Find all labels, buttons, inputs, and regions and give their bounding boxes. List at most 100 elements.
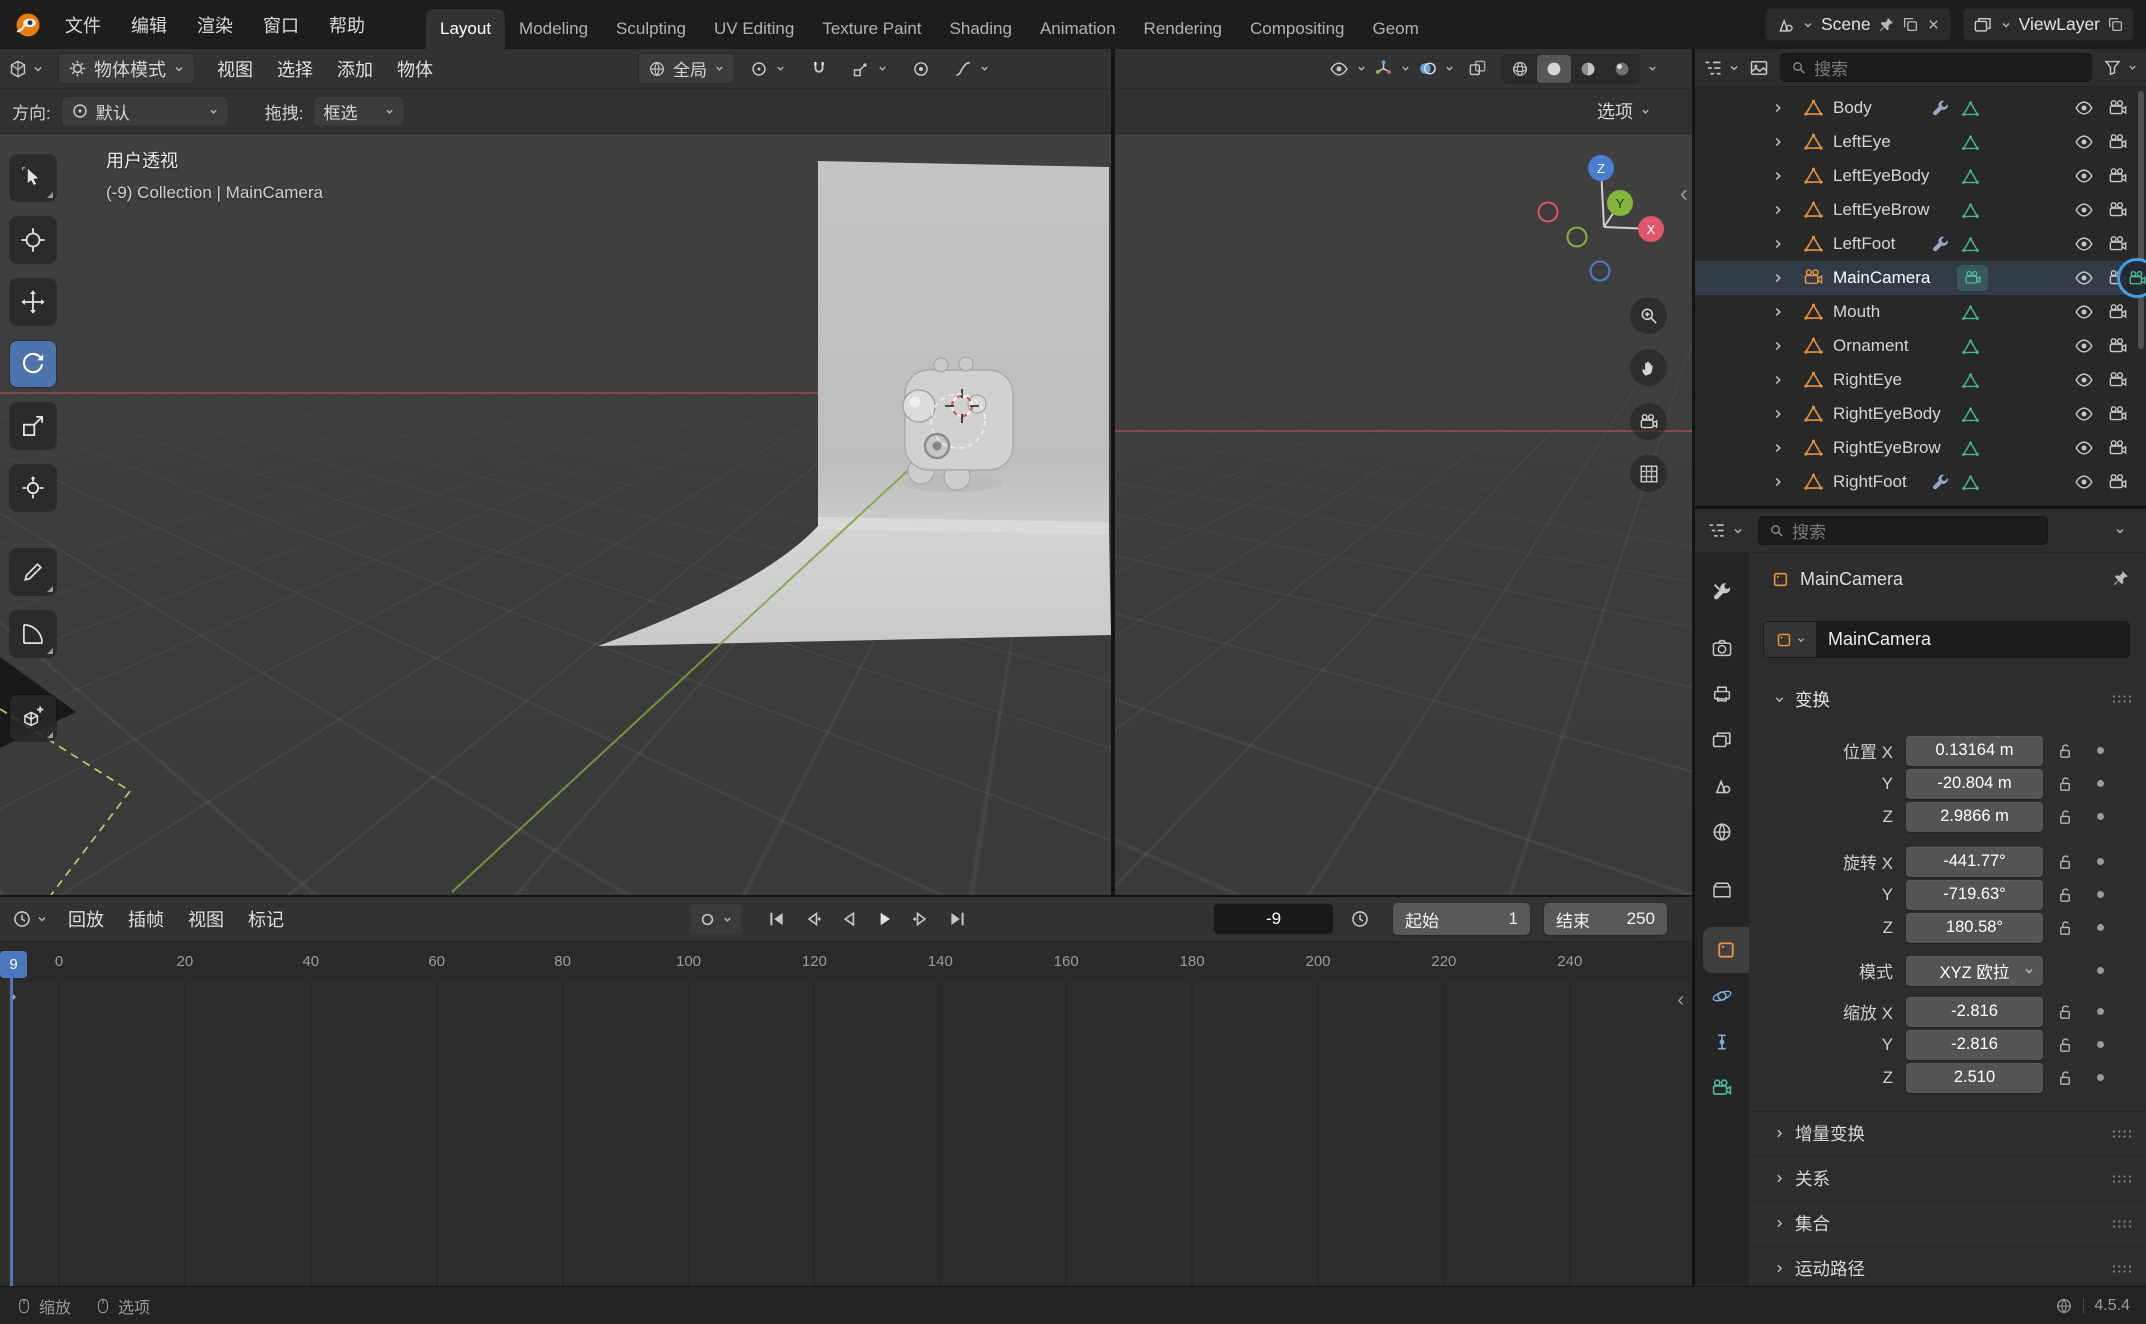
pivot-selector[interactable] xyxy=(741,53,795,84)
workspace-tab-animation[interactable]: Animation xyxy=(1026,9,1130,49)
number-field[interactable]: -2.816 xyxy=(1906,997,2043,1027)
hide-in-viewport-toggle[interactable] xyxy=(2073,370,2095,390)
frame-end-field[interactable]: 结束 250 xyxy=(1544,903,1667,935)
xray-toggle-icon[interactable] xyxy=(1468,59,1487,78)
disable-in-renders-toggle[interactable] xyxy=(2107,98,2129,118)
rotation-mode-select[interactable]: XYZ 欧拉 xyxy=(1906,956,2043,986)
annotate-tool[interactable] xyxy=(10,549,56,595)
properties-display-icon[interactable] xyxy=(1707,521,1726,540)
gizmos-icon[interactable] xyxy=(1374,59,1393,78)
tool-tab[interactable] xyxy=(1695,569,1749,615)
3d-scene[interactable] xyxy=(0,134,1111,895)
topbar-menu-0[interactable]: 文件 xyxy=(50,8,116,42)
animate-property-dot[interactable] xyxy=(2097,780,2104,787)
play-reverse-button[interactable] xyxy=(832,904,865,934)
viewport-scene[interactable]: Z Y X ‹ xyxy=(1115,134,1692,895)
overlays-icon[interactable] xyxy=(1418,59,1437,78)
direction-selector[interactable]: 默认 xyxy=(61,96,229,127)
workspace-tab-texture-paint[interactable]: Texture Paint xyxy=(808,9,935,49)
chevron-down-icon[interactable] xyxy=(2114,525,2126,537)
rotate-tool[interactable] xyxy=(10,341,56,387)
gizmo-y-label[interactable]: Y xyxy=(1616,196,1625,211)
lock-icon[interactable] xyxy=(2056,742,2074,760)
timeline-ruler[interactable]: 9 020406080100120140160180200220240 xyxy=(0,941,1692,982)
filter-icon[interactable] xyxy=(2103,58,2122,77)
id-type-segment[interactable] xyxy=(1764,622,1816,657)
lock-icon[interactable] xyxy=(2056,1069,2074,1087)
topbar-menu-2[interactable]: 渲染 xyxy=(182,8,248,42)
collapsed-panel-0[interactable]: 增量变换 xyxy=(1749,1111,2146,1155)
number-field[interactable]: 0.13164 m xyxy=(1906,736,2043,766)
number-field[interactable]: -719.63° xyxy=(1906,880,2043,910)
viewport-menu-2[interactable]: 添加 xyxy=(325,53,385,84)
play-button[interactable] xyxy=(868,904,901,934)
outliner-editor-icon[interactable] xyxy=(1703,58,1723,78)
object-data-tab[interactable] xyxy=(1695,1065,1749,1111)
outliner-row[interactable]: LeftEyeBrow xyxy=(1695,193,2146,227)
lock-icon[interactable] xyxy=(2056,853,2074,871)
timeline-body[interactable]: ‹ xyxy=(0,982,1692,1286)
hide-in-viewport-toggle[interactable] xyxy=(2073,132,2095,152)
outliner-row[interactable]: RightFoot xyxy=(1695,465,2146,499)
disable-in-renders-toggle[interactable] xyxy=(2107,166,2129,186)
physics-tab[interactable] xyxy=(1695,973,1749,1019)
disable-in-renders-toggle[interactable] xyxy=(2107,200,2129,220)
disable-in-renders-toggle[interactable] xyxy=(2107,472,2129,492)
outliner-search-input[interactable]: 搜索 xyxy=(1780,53,2092,82)
number-field[interactable]: 180.58° xyxy=(1906,913,2043,943)
outliner-row[interactable]: LeftEye xyxy=(1695,125,2146,159)
render-tab[interactable] xyxy=(1695,625,1749,671)
move-tool[interactable] xyxy=(10,279,56,325)
hide-in-viewport-toggle[interactable] xyxy=(2073,200,2095,220)
jump-to-start-button[interactable] xyxy=(760,904,793,934)
outliner-row[interactable]: LeftFoot xyxy=(1695,227,2146,261)
hide-in-viewport-toggle[interactable] xyxy=(2073,472,2095,492)
new-viewlayer-icon[interactable] xyxy=(2107,16,2124,33)
workspace-tab-sculpting[interactable]: Sculpting xyxy=(602,9,700,49)
number-field[interactable]: -20.804 m xyxy=(1906,769,2043,799)
number-field[interactable]: 2.510 xyxy=(1906,1063,2043,1093)
outliner-row[interactable]: LeftEyeBody xyxy=(1695,159,2146,193)
transform-tool[interactable] xyxy=(10,465,56,511)
object-name-field[interactable]: MainCamera xyxy=(1763,621,2130,658)
options-dropdown[interactable]: 选项 xyxy=(1588,96,1660,127)
disable-in-renders-toggle[interactable] xyxy=(2107,438,2129,458)
snap-toggle[interactable] xyxy=(801,53,837,84)
outliner-row[interactable]: Body xyxy=(1695,91,2146,125)
navigation-gizmo[interactable]: Z Y X xyxy=(1539,155,1665,281)
select-box-tool[interactable] xyxy=(10,155,56,201)
hide-in-viewport-toggle[interactable] xyxy=(2073,302,2095,322)
workspace-tab-modeling[interactable]: Modeling xyxy=(505,9,602,49)
viewport-scene[interactable]: 用户透视 (-9) Collection | MainCamera xyxy=(0,134,1111,895)
constraints-tab[interactable] xyxy=(1695,1019,1749,1065)
lock-icon[interactable] xyxy=(2056,775,2074,793)
proportional-toggle[interactable] xyxy=(903,53,939,84)
animate-property-dot[interactable] xyxy=(2097,747,2104,754)
transform-panel-header[interactable]: 变换 xyxy=(1749,679,2146,719)
gizmo-z-label[interactable]: Z xyxy=(1597,161,1605,176)
new-scene-icon[interactable] xyxy=(1902,16,1919,33)
collapsed-panel-2[interactable]: 集合 xyxy=(1749,1201,2146,1245)
outliner-scrollbar[interactable] xyxy=(2138,91,2144,349)
snap-target-selector[interactable] xyxy=(843,53,897,84)
number-field[interactable]: 2.9866 m xyxy=(1906,802,2043,832)
animate-property-dot[interactable] xyxy=(2097,1008,2104,1015)
outliner-row[interactable]: Mouth xyxy=(1695,295,2146,329)
animate-property-dot[interactable] xyxy=(2097,1041,2104,1048)
animate-property-dot[interactable] xyxy=(2097,967,2104,974)
number-field[interactable]: -2.816 xyxy=(1906,1030,2043,1060)
viewlayer-tab[interactable] xyxy=(1695,717,1749,763)
orientation-selector[interactable]: 全局 xyxy=(638,53,735,84)
disable-in-renders-toggle[interactable] xyxy=(2107,370,2129,390)
frame-start-field[interactable]: 起始 1 xyxy=(1393,903,1530,935)
timeline-menu-2[interactable]: 视图 xyxy=(176,904,236,935)
playback-sync-icon[interactable] xyxy=(1350,909,1370,929)
disable-in-renders-toggle[interactable] xyxy=(2107,302,2129,322)
topbar-menu-4[interactable]: 帮助 xyxy=(314,8,380,42)
animate-property-dot[interactable] xyxy=(2097,813,2104,820)
topbar-menu-3[interactable]: 窗口 xyxy=(248,8,314,42)
panel-collapse-arrow[interactable]: ‹ xyxy=(1680,182,1688,206)
outliner-row[interactable]: RightEyeBrow xyxy=(1695,431,2146,465)
shading-wireframe-button[interactable] xyxy=(1503,55,1537,83)
editor-type-icon[interactable] xyxy=(8,59,28,79)
